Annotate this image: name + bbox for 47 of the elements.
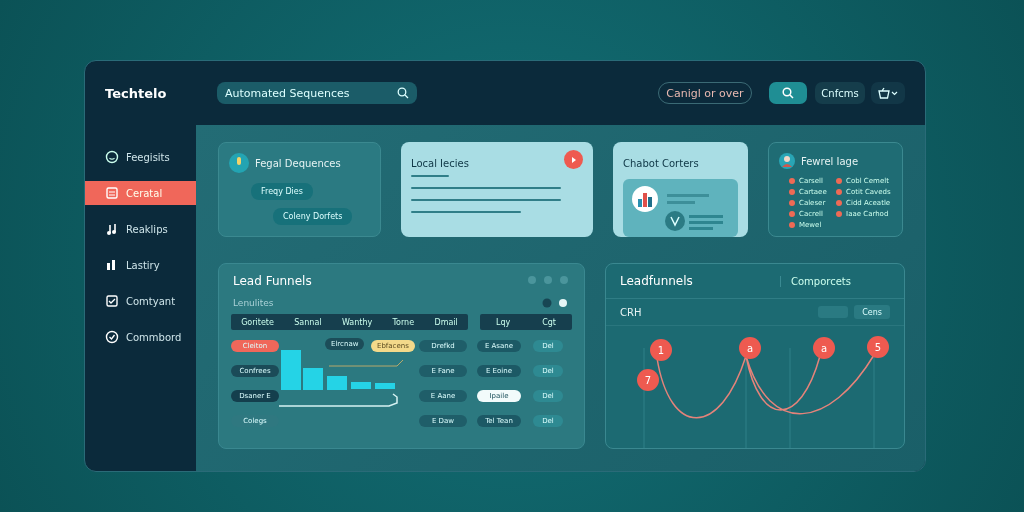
panel-title: Lead Funnels [233,274,312,288]
search-icon [397,87,409,99]
column-header: Lqy [495,317,511,327]
checkbox-icon [105,294,119,308]
sidebar-item[interactable]: Lastiry [85,253,196,277]
card-title: Fegal Dequences [255,157,341,169]
search-button[interactable] [769,82,807,104]
smiley-icon [105,150,119,164]
column-header: Dmail [434,317,458,327]
search-field[interactable]: Automated Sequences [217,82,417,104]
basket-icon [877,87,899,99]
chart-marker: a [739,337,761,359]
chat-bubble: Freqy Dies [251,183,313,200]
card-title: Fewrel Iage [801,155,859,167]
toggle-icons [542,298,568,308]
column-header: Wanthy [341,317,373,327]
sidebar-item[interactable]: Feegisits [85,145,196,169]
chart-marker: 1 [650,339,672,361]
panel-tab[interactable]: Comporcets [780,275,851,287]
chart-marker: a [813,337,835,359]
chart-marker: 5 [867,336,889,358]
music-note-icon [105,222,119,236]
window-dots-icon [528,276,568,284]
list-icon [105,186,119,200]
sidebar-item[interactable]: Commbord [85,325,196,349]
confirm-button[interactable]: Cnfcms [815,82,865,104]
chat-bubble: Coleny Dorfets [273,208,353,225]
column-header: Goritete [241,317,274,327]
microphone-icon [229,153,249,173]
play-icon[interactable] [564,150,583,169]
avatar-icon [779,153,795,169]
chart-subtitle: CRH [620,306,642,318]
panel-subtitle: Lenulites [232,298,275,308]
chart-marker: 7 [637,369,659,391]
panel-title: Leadfunnels [619,273,694,290]
card-title: Local Iecies [411,158,469,169]
card-title: Chabot Corters [623,158,699,169]
search-icon [782,87,794,99]
check-circle-icon [105,330,119,344]
column-header: Cgt [542,317,556,327]
column-header: Sannal [294,317,322,327]
chart-button[interactable]: Cens [854,305,890,319]
sidebar-item[interactable]: Comtyant [85,289,196,313]
column-header: Torne [392,317,415,327]
basket-menu-button[interactable] [871,82,905,104]
sidebar-item[interactable]: Reaklips [85,217,196,241]
brand-logo: Techtelo [105,85,167,101]
